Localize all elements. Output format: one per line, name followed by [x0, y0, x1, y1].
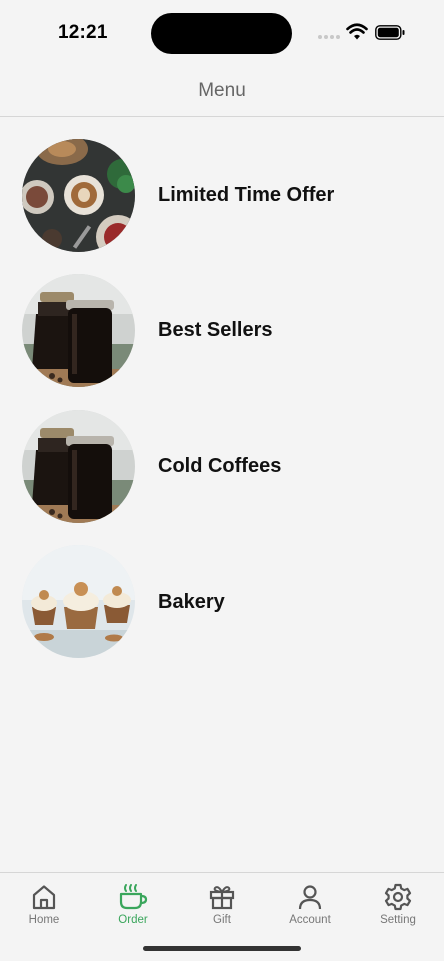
home-indicator[interactable]: [143, 946, 301, 951]
tab-label: Account: [289, 914, 331, 926]
tab-account[interactable]: Account: [266, 883, 354, 933]
person-icon: [298, 885, 322, 910]
menu-item-limited-time-offer[interactable]: Limited Time Offer: [0, 117, 444, 253]
tab-order[interactable]: Order: [89, 883, 177, 933]
status-time: 12:21: [58, 22, 108, 43]
status-bar: 12:21: [0, 0, 444, 66]
tab-label: Gift: [213, 914, 231, 926]
cold-brew-jars-photo: [22, 410, 135, 523]
menu-item-cold-coffees[interactable]: Cold Coffees: [0, 389, 444, 525]
battery-icon: [375, 25, 405, 40]
tab-gift[interactable]: Gift: [178, 883, 266, 933]
tab-label: Home: [28, 914, 60, 926]
menu-item-label: Cold Coffees: [158, 455, 282, 477]
coffee-cup-icon: [119, 884, 148, 910]
cellular-signal-icon: [318, 35, 340, 40]
wifi-icon: [346, 23, 368, 40]
tab-label: Setting: [380, 914, 416, 926]
cupcakes-photo: [22, 545, 135, 658]
menu-item-label: Limited Time Offer: [158, 184, 335, 206]
coffee-table-photo: [22, 139, 135, 252]
nav-header: Menu: [0, 66, 444, 117]
gear-icon: [384, 883, 412, 911]
home-icon: [32, 885, 56, 910]
tab-setting[interactable]: Setting: [354, 883, 442, 933]
menu-item-bakery[interactable]: Bakery: [0, 525, 444, 661]
menu-item-label: Bakery: [158, 591, 225, 613]
menu-item-best-sellers[interactable]: Best Sellers: [0, 253, 444, 389]
menu-item-label: Best Sellers: [158, 319, 273, 341]
dynamic-island: [151, 13, 292, 54]
page-title: Menu: [198, 80, 246, 101]
gift-icon: [209, 886, 235, 910]
tab-home[interactable]: Home: [0, 883, 88, 933]
tab-label: Order: [118, 914, 148, 926]
cold-brew-jars-photo: [22, 274, 135, 387]
